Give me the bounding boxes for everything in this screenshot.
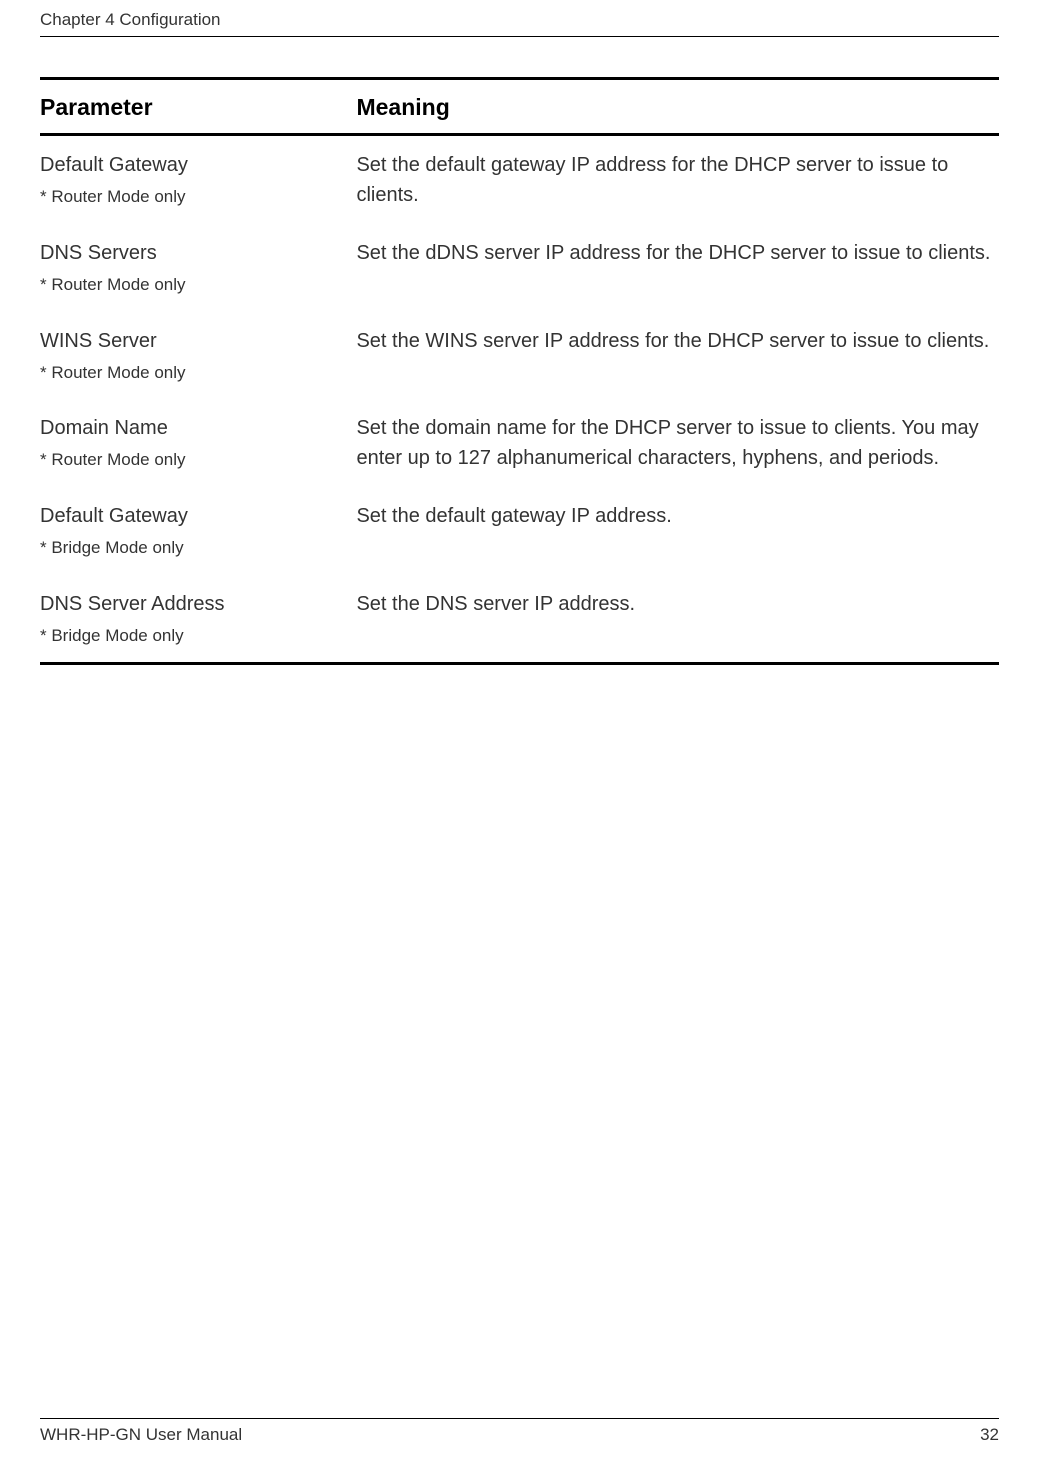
page-header: Chapter 4 Configuration	[40, 0, 999, 37]
table-header-row: Parameter Meaning	[40, 79, 999, 135]
chapter-title: Chapter 4 Configuration	[40, 10, 221, 29]
table-row: Default Gateway * Bridge Mode only Set t…	[40, 487, 999, 575]
parameter-name: Domain Name	[40, 413, 356, 443]
parameter-note: * Router Mode only	[40, 272, 356, 298]
parameter-note: * Router Mode only	[40, 184, 356, 210]
parameter-name: DNS Servers	[40, 238, 356, 268]
meaning-cell: Set the domain name for the DHCP server …	[356, 399, 999, 487]
meaning-cell: Set the dDNS server IP address for the D…	[356, 224, 999, 312]
meaning-cell: Set the default gateway IP address for t…	[356, 135, 999, 225]
page-number: 32	[980, 1425, 999, 1445]
main-content: Parameter Meaning Default Gateway * Rout…	[40, 77, 999, 665]
table-row: Domain Name * Router Mode only Set the d…	[40, 399, 999, 487]
parameter-name: DNS Server Address	[40, 589, 356, 619]
footer-left: WHR-HP-GN User Manual	[40, 1425, 242, 1444]
parameter-note: * Bridge Mode only	[40, 535, 356, 561]
page-footer: WHR-HP-GN User Manual 32	[40, 1418, 999, 1445]
param-cell: DNS Server Address * Bridge Mode only	[40, 575, 356, 664]
parameter-name: WINS Server	[40, 326, 356, 356]
param-cell: Default Gateway * Bridge Mode only	[40, 487, 356, 575]
meaning-cell: Set the WINS server IP address for the D…	[356, 312, 999, 400]
table-row: DNS Server Address * Bridge Mode only Se…	[40, 575, 999, 664]
param-cell: Domain Name * Router Mode only	[40, 399, 356, 487]
table-row: Default Gateway * Router Mode only Set t…	[40, 135, 999, 225]
parameter-name: Default Gateway	[40, 150, 356, 180]
parameter-note: * Bridge Mode only	[40, 623, 356, 649]
parameter-note: * Router Mode only	[40, 447, 356, 473]
parameters-table: Parameter Meaning Default Gateway * Rout…	[40, 77, 999, 665]
header-parameter: Parameter	[40, 79, 356, 135]
parameter-note: * Router Mode only	[40, 360, 356, 386]
param-cell: DNS Servers * Router Mode only	[40, 224, 356, 312]
header-meaning: Meaning	[356, 79, 999, 135]
param-cell: Default Gateway * Router Mode only	[40, 135, 356, 225]
param-cell: WINS Server * Router Mode only	[40, 312, 356, 400]
parameter-name: Default Gateway	[40, 501, 356, 531]
meaning-cell: Set the default gateway IP address.	[356, 487, 999, 575]
table-row: DNS Servers * Router Mode only Set the d…	[40, 224, 999, 312]
meaning-cell: Set the DNS server IP address.	[356, 575, 999, 664]
table-row: WINS Server * Router Mode only Set the W…	[40, 312, 999, 400]
